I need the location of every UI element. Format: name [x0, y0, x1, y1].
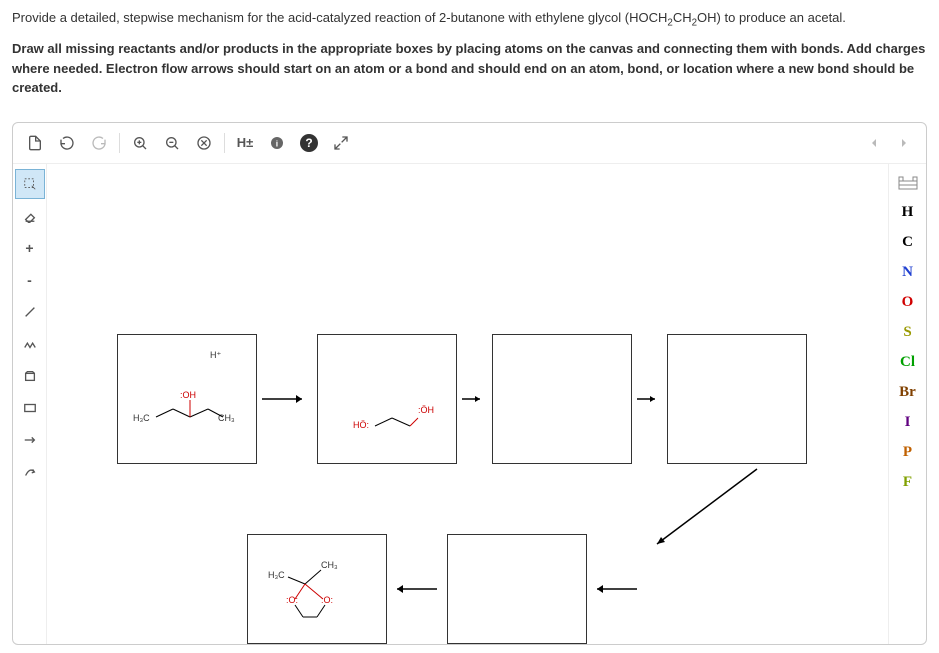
zoom-in-button[interactable]	[126, 129, 154, 157]
reactant-box-1[interactable]: H⁺ :OH H₃C CH₃	[117, 334, 257, 464]
fullscreen-button[interactable]	[327, 129, 355, 157]
element-i[interactable]: I	[891, 409, 925, 437]
top-toolbar: H± i ?	[13, 123, 926, 164]
h-plus-label: H⁺	[210, 350, 221, 361]
curved-arrow-tool[interactable]	[15, 457, 45, 487]
element-n[interactable]: N	[891, 259, 925, 287]
element-br[interactable]: Br	[891, 379, 925, 407]
arrow-1	[262, 389, 312, 409]
zoom-reset-button[interactable]	[190, 129, 218, 157]
undo-button[interactable]	[53, 129, 81, 157]
new-doc-button[interactable]	[21, 129, 49, 157]
element-s[interactable]: S	[891, 319, 925, 347]
single-bond-tool[interactable]	[15, 297, 45, 327]
hydrogen-toggle-button[interactable]: H±	[231, 129, 259, 157]
next-button[interactable]	[890, 129, 918, 157]
prev-button[interactable]	[860, 129, 888, 157]
arrow-2	[462, 389, 487, 409]
element-f[interactable]: F	[891, 469, 925, 497]
element-h[interactable]: H	[891, 199, 925, 227]
select-tool[interactable]	[15, 169, 45, 199]
reactant-box-3[interactable]	[492, 334, 632, 464]
arrow-4	[392, 579, 442, 599]
left-toolbar: + -	[13, 164, 47, 644]
ho-label-2: HÖ:	[353, 420, 369, 430]
chain-tool[interactable]	[15, 329, 45, 359]
drawing-canvas[interactable]: H⁺ :OH H₃C CH₃ HÖ: :ÖH	[47, 164, 888, 644]
svg-text:i: i	[276, 138, 278, 148]
redo-button[interactable]	[85, 129, 113, 157]
eraser-tool[interactable]	[15, 201, 45, 231]
oh-label-2: :ÖH	[418, 405, 434, 415]
right-toolbar: H C N O S Cl Br I P F	[888, 164, 926, 644]
rectangle-tool[interactable]	[15, 393, 45, 423]
minus-charge-tool[interactable]: -	[15, 265, 45, 295]
product-box-1[interactable]: H₃C CH₃ :O: :O:	[247, 534, 387, 644]
element-c[interactable]: C	[891, 229, 925, 257]
help-button[interactable]: ?	[295, 129, 323, 157]
editor-container: H± i ? + - H⁺ :OH H₃C CH₃	[12, 122, 927, 645]
reactant-box-4[interactable]	[667, 334, 807, 464]
plus-charge-tool[interactable]: +	[15, 233, 45, 263]
question-line1: Provide a detailed, stepwise mechanism f…	[12, 8, 927, 31]
periodic-table-button[interactable]	[891, 169, 925, 197]
zoom-out-button[interactable]	[158, 129, 186, 157]
arrow-5	[592, 579, 642, 599]
arrow-3	[637, 389, 662, 409]
product-box-2[interactable]	[447, 534, 587, 644]
info-button[interactable]: i	[263, 129, 291, 157]
reactant-box-2[interactable]: HÖ: :ÖH	[317, 334, 457, 464]
element-cl[interactable]: Cl	[891, 349, 925, 377]
arrow-tool[interactable]	[15, 425, 45, 455]
element-p[interactable]: P	[891, 439, 925, 467]
arrow-diag	[647, 464, 767, 554]
question-line2: Draw all missing reactants and/or produc…	[12, 39, 927, 98]
template-tool[interactable]	[15, 361, 45, 391]
element-o[interactable]: O	[891, 289, 925, 317]
